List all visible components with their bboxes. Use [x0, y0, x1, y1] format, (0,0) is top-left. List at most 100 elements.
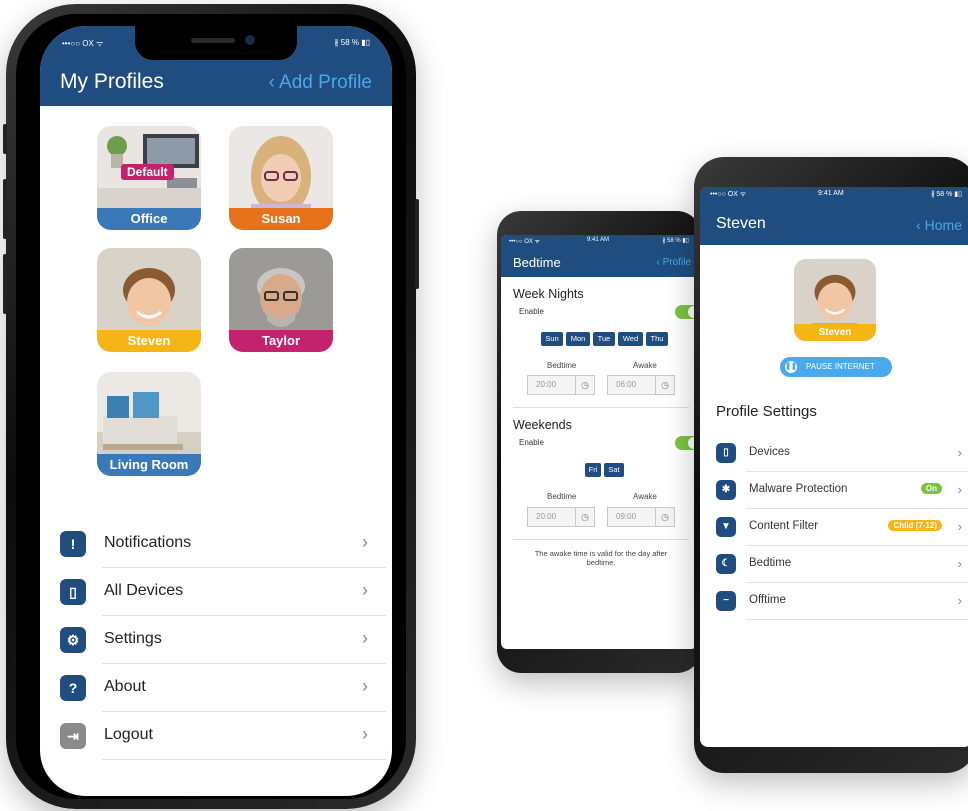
gear-icon: ⚙: [60, 627, 86, 653]
bedtime-label: Bedtime: [547, 492, 577, 501]
profile-tile-susan[interactable]: Susan: [229, 126, 333, 230]
default-badge: Default: [121, 164, 174, 180]
clock-icon: ◷: [655, 376, 674, 394]
chevron-right-icon: ›: [957, 556, 962, 571]
settings-label: Devices: [749, 446, 790, 458]
page-title: Steven: [716, 215, 766, 232]
volume-down-button: [3, 254, 7, 314]
filter-icon: ▼: [716, 517, 736, 537]
weekends-title: Weekends: [513, 418, 572, 432]
nav-bar: Bedtime ‹ Profile: [501, 247, 697, 277]
profile-tile-office[interactable]: Default Office: [97, 126, 201, 230]
profile-tile-steven[interactable]: Steven: [97, 248, 201, 352]
status-carrier: •••○○ OX ᯤ: [710, 191, 747, 198]
pause-icon: ❚❚: [785, 361, 797, 373]
day-sat-button[interactable]: Sat: [604, 463, 624, 477]
phone-icon: ▯: [60, 579, 86, 605]
status-badge: Child (7-12): [888, 520, 942, 531]
profile-tile-living-room[interactable]: Living Room: [97, 372, 201, 476]
page-title: My Profiles: [60, 70, 164, 93]
bedtime-label: Bedtime: [547, 361, 577, 370]
clock-icon: ◷: [575, 508, 594, 526]
weekend-bedtime-field[interactable]: 20:00 ◷: [527, 507, 595, 527]
status-time: 9:41 AM: [587, 237, 610, 243]
status-battery: ∦ 58 % ▮▯: [930, 191, 962, 198]
settings-item-malware-protection[interactable]: ✱ Malware Protection On ›: [716, 472, 968, 509]
chevron-right-icon: ›: [957, 482, 962, 497]
menu-item-logout[interactable]: ⇥ Logout ›: [60, 712, 386, 760]
day-wed-button[interactable]: Wed: [618, 332, 643, 346]
status-bar: •••○○ OX ᯤ 9:41 AM ∦ 58 % ▮▯: [501, 235, 697, 247]
settings-item-devices[interactable]: ▯ Devices ›: [716, 435, 968, 472]
settings-label: Content Filter: [749, 520, 819, 532]
profile-label-taylor: Taylor: [229, 330, 333, 352]
profile-name: Steven: [794, 324, 876, 341]
time-value: 06:00: [616, 380, 637, 389]
power-button: [415, 199, 419, 289]
moon-icon: ☾: [716, 554, 736, 574]
bedtime-screen: •••○○ OX ᯤ 9:41 AM ∦ 58 % ▮▯ Bedtime ‹ P…: [501, 235, 697, 649]
profile-tile-taylor[interactable]: Taylor: [229, 248, 333, 352]
week-nights-title: Week Nights: [513, 287, 584, 301]
nav-bar: My Profiles ‹ Add Profile: [40, 60, 392, 106]
settings-item-bedtime[interactable]: ☾ Bedtime ›: [716, 546, 968, 583]
status-time: 9:41 AM: [818, 190, 844, 197]
volume-up-button: [3, 179, 7, 239]
menu-label: Notifications: [104, 534, 192, 551]
status-carrier: •••○○ OX ᯤ: [509, 239, 541, 245]
avatar: Steven: [794, 259, 876, 341]
day-tue-button[interactable]: Tue: [593, 332, 615, 346]
day-mon-button[interactable]: Mon: [566, 332, 590, 346]
week-bedtime-field[interactable]: 20:00 ◷: [527, 375, 595, 395]
divider: [513, 539, 689, 540]
home-button[interactable]: ‹ Home: [916, 217, 962, 233]
menu-label: All Devices: [104, 582, 184, 599]
menu-item-settings[interactable]: ⚙ Settings ›: [60, 616, 386, 664]
mute-switch: [3, 124, 7, 154]
awake-label: Awake: [633, 492, 657, 501]
weekend-awake-field[interactable]: 09:00 ◷: [607, 507, 675, 527]
day-sun-button[interactable]: Sun: [541, 332, 563, 346]
profile-label-susan: Susan: [229, 208, 333, 230]
phone-my-profiles: •••○○ OX ᯤ ∦ 58 % ▮▯ My Profiles ‹ Add P…: [3, 4, 419, 809]
time-value: 20:00: [536, 380, 557, 389]
day-fri-button[interactable]: Fri: [585, 463, 601, 477]
bug-icon: ✱: [716, 480, 736, 500]
chevron-right-icon: ›: [362, 580, 368, 600]
add-profile-button[interactable]: ‹ Add Profile: [269, 72, 373, 94]
settings-item-content-filter[interactable]: ▼ Content Filter Child (7-12) ›: [716, 509, 968, 546]
pause-internet-label: PAUSE INTERNET: [806, 362, 875, 371]
day-thu-button[interactable]: Thu: [646, 332, 668, 346]
menu-item-all-devices[interactable]: ▯ All Devices ›: [60, 568, 386, 616]
chevron-right-icon: ›: [362, 676, 368, 696]
notification-icon: !: [60, 531, 86, 557]
logout-icon: ⇥: [60, 723, 86, 749]
enable-label: Enable: [519, 438, 544, 447]
awake-label: Awake: [633, 361, 657, 370]
settings-item-offtime[interactable]: − Offtime ›: [716, 583, 968, 620]
menu-label: Logout: [104, 726, 153, 743]
settings-label: Malware Protection: [749, 483, 848, 495]
status-battery: ∦ 58 % ▮▯: [662, 238, 689, 244]
nav-bar: Steven ‹ Home: [700, 203, 968, 245]
back-button[interactable]: ‹ Profile: [657, 257, 691, 268]
menu-item-notifications[interactable]: ! Notifications ›: [60, 520, 386, 568]
phone-bedtime: •••○○ OX ᯤ 9:41 AM ∦ 58 % ▮▯ Bedtime ‹ P…: [497, 211, 701, 673]
menu-item-about[interactable]: ? About ›: [60, 664, 386, 712]
chevron-right-icon: ›: [362, 532, 368, 552]
my-profiles-screen: •••○○ OX ᯤ ∦ 58 % ▮▯ My Profiles ‹ Add P…: [40, 26, 392, 796]
status-battery: ∦ 58 % ▮▯: [334, 38, 370, 47]
profile-label-office: Office: [97, 208, 201, 230]
help-icon: ?: [60, 675, 86, 701]
week-awake-field[interactable]: 06:00 ◷: [607, 375, 675, 395]
divider: [513, 407, 689, 408]
clock-icon: ◷: [575, 376, 594, 394]
menu-label: Settings: [104, 630, 162, 647]
notch: [135, 26, 297, 60]
status-bar: •••○○ OX ᯤ 9:41 AM ∦ 58 % ▮▯: [700, 187, 968, 203]
phone-steven-profile: •••○○ OX ᯤ 9:41 AM ∦ 58 % ▮▯ Steven ‹ Ho…: [694, 157, 968, 773]
awake-note: The awake time is valid for the day afte…: [534, 549, 668, 567]
menu-label: About: [104, 678, 146, 695]
chevron-right-icon: ›: [362, 724, 368, 744]
pause-internet-button[interactable]: ❚❚ PAUSE INTERNET: [780, 357, 892, 377]
